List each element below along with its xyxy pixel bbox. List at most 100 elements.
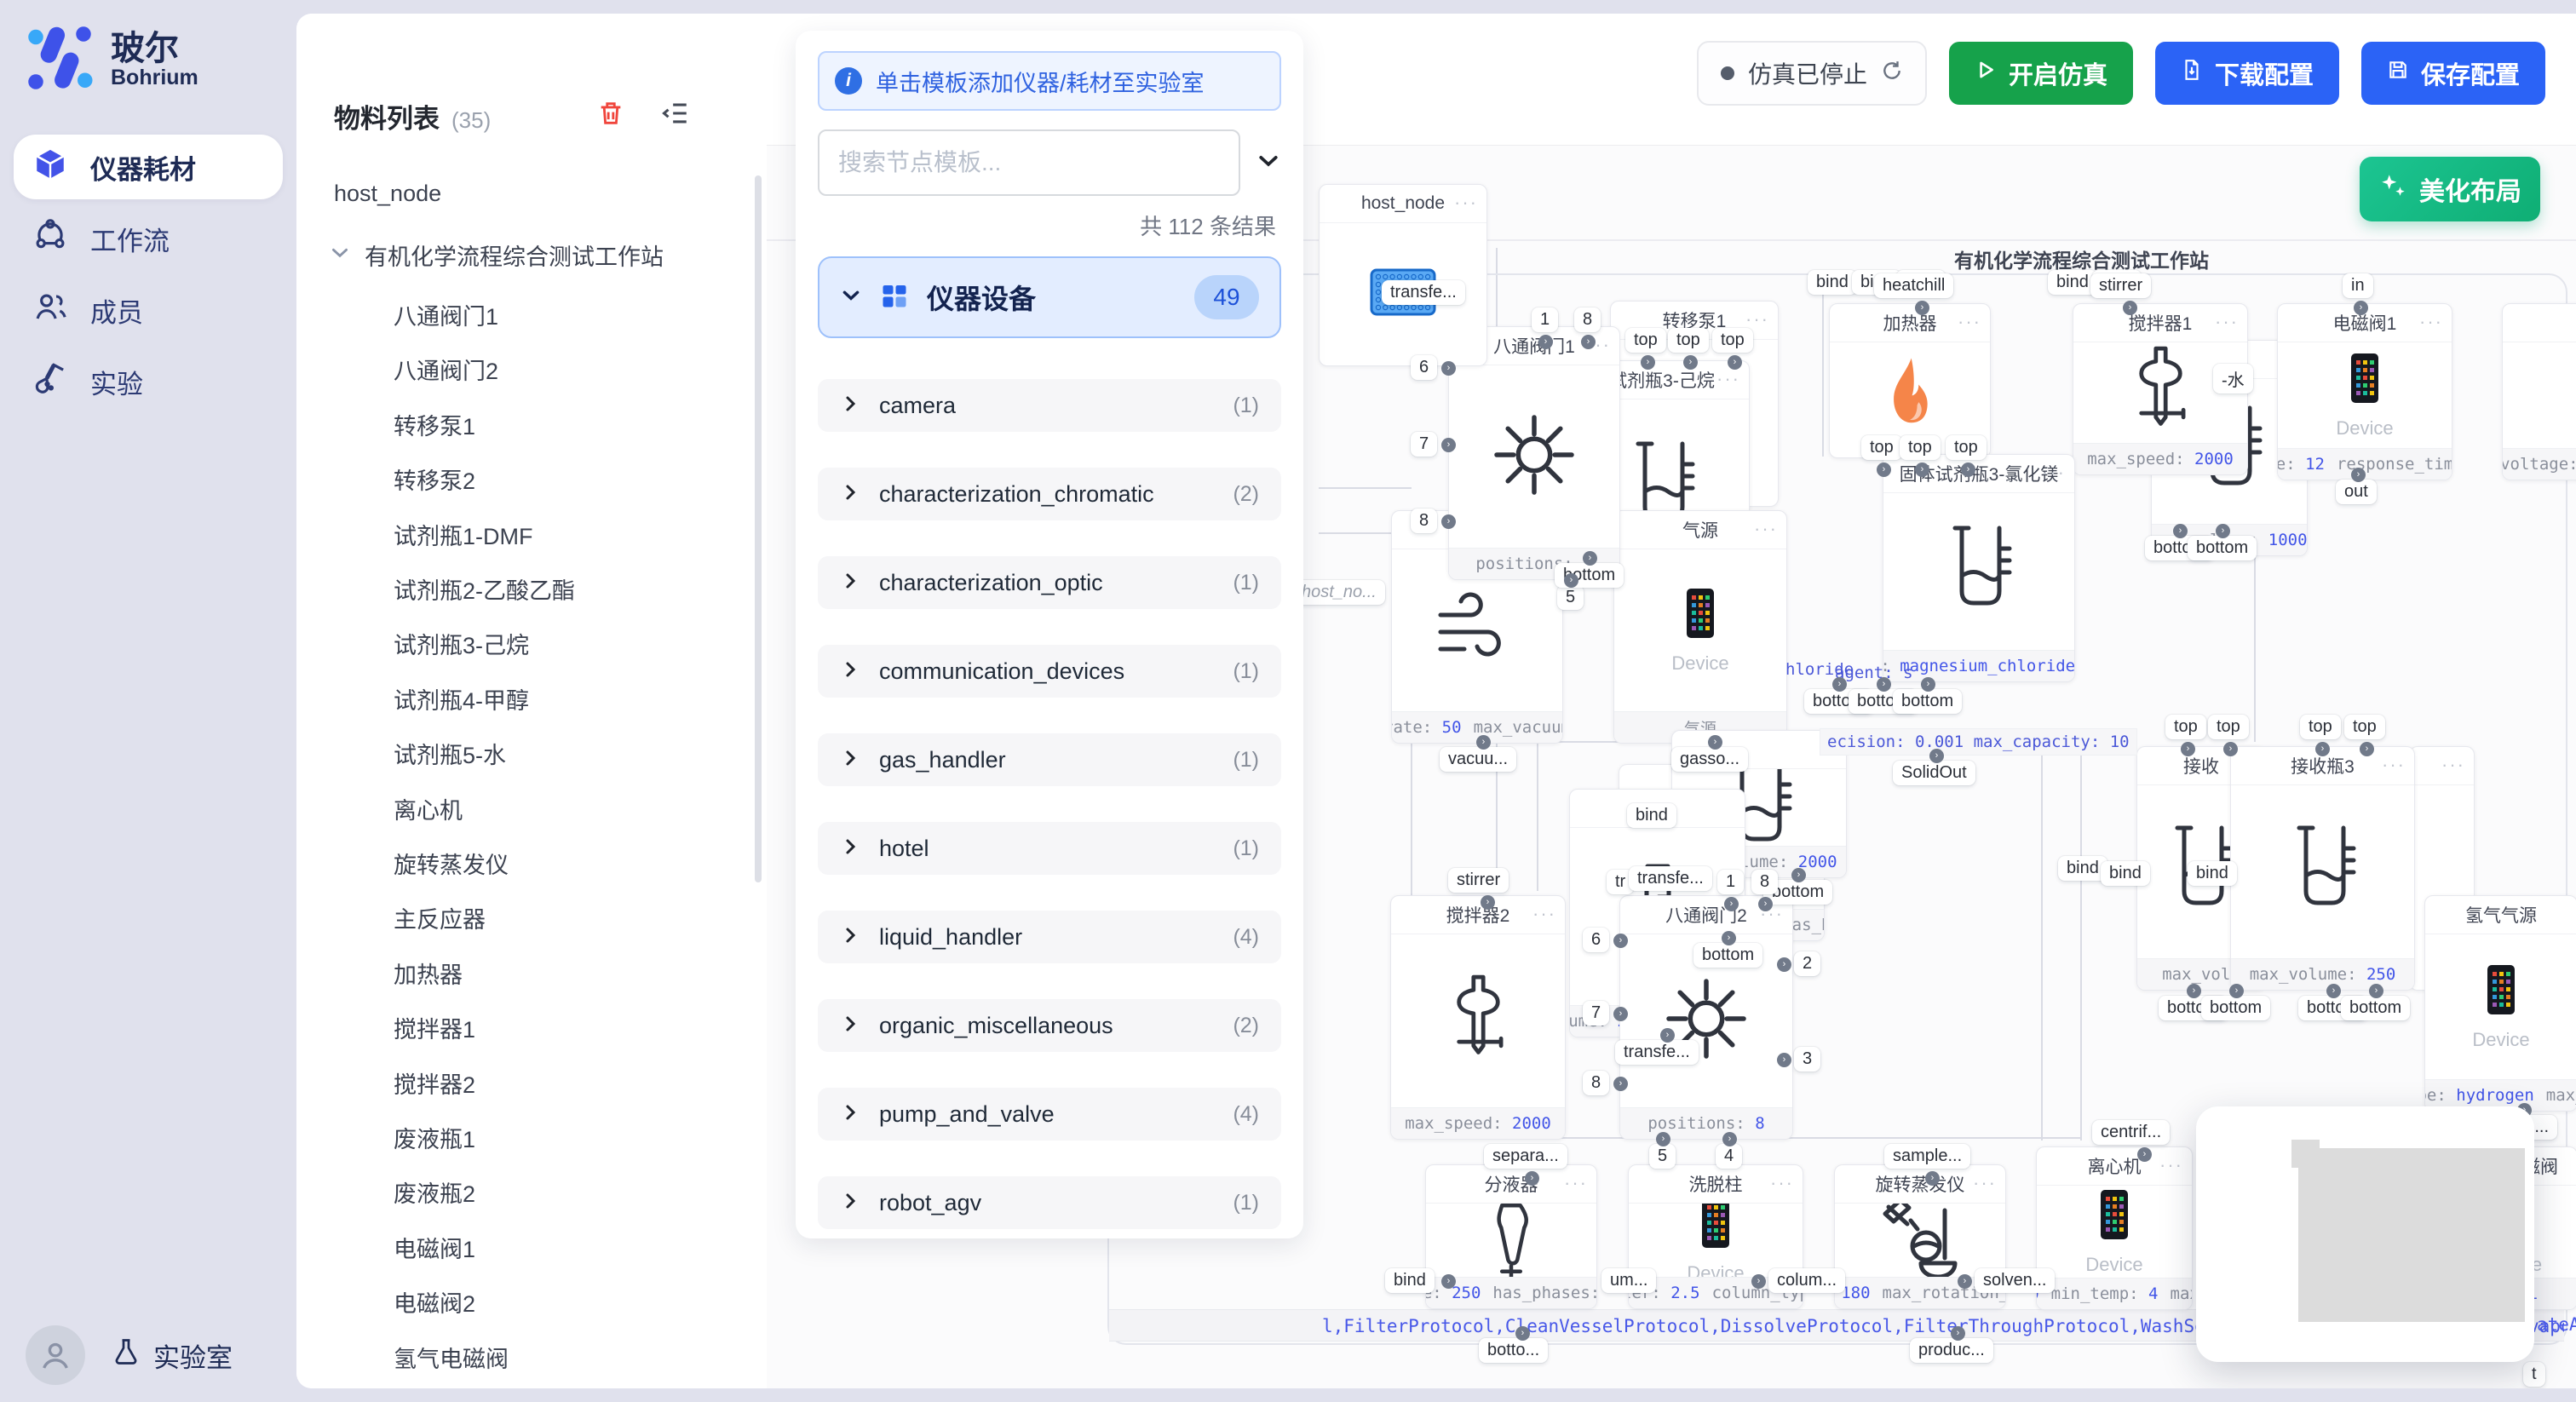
node-menu-icon[interactable]: ···: [2419, 311, 2443, 333]
sidebar-item-仪器耗材[interactable]: 仪器耗材: [14, 135, 283, 199]
port-dot-icon[interactable]: ›: [1728, 355, 1742, 370]
port-pill-bind[interactable]: bind: [1627, 803, 1676, 828]
port-dot-icon[interactable]: ›: [2354, 301, 2368, 315]
port-dot-icon[interactable]: ›: [1877, 677, 1891, 692]
port-pill-SolidOut[interactable]: SolidOut: [1893, 761, 1975, 785]
start-simulation-button[interactable]: 开启仿真: [1949, 42, 2133, 105]
canvas-node-离心机[interactable]: 离心机···Devicep: 40min_temp: 4max_spe: [2036, 1146, 2193, 1310]
save-config-button[interactable]: 保存配置: [2361, 42, 2545, 105]
node-menu-icon[interactable]: ···: [2042, 462, 2066, 484]
category-group-instruments[interactable]: 仪器设备 49: [818, 256, 1281, 338]
port-dot-icon[interactable]: ›: [1915, 301, 1929, 315]
node-menu-icon[interactable]: ···: [1454, 192, 1478, 214]
port-dot-icon[interactable]: ›: [2315, 742, 2330, 756]
category-row-pump_and_valve[interactable]: pump_and_valve(4): [818, 1088, 1281, 1141]
canvas-node-氢气气源[interactable]: 氢气气源Device_type: hydrogenmax_pre: [2424, 895, 2576, 1112]
port-pill-top[interactable]: top: [2300, 715, 2341, 739]
tree-item[interactable]: 电磁阀2: [394, 1285, 475, 1319]
port-dot-icon[interactable]: ›: [1708, 735, 1722, 750]
port-dot-icon[interactable]: ›: [2123, 301, 2137, 315]
port-pill-t[interactable]: t: [2523, 1362, 2545, 1387]
port-pill-水[interactable]: -水: [2213, 364, 2253, 394]
node-menu-icon[interactable]: ···: [2441, 754, 2465, 776]
port-dot-icon[interactable]: ›: [1641, 355, 1655, 370]
port-dot-icon[interactable]: ›: [1777, 957, 1791, 972]
port-pill-centrif[interactable]: centrif...: [2092, 1120, 2170, 1145]
port-dot-icon[interactable]: ›: [1656, 1132, 1670, 1146]
port-pill-colum[interactable]: colum...: [1768, 1268, 1845, 1293]
port-pill-gasso[interactable]: gasso...: [1671, 747, 1748, 772]
sidebar-item-成员[interactable]: 成员: [14, 278, 283, 342]
port-pill-7[interactable]: 7: [1411, 432, 1437, 457]
canvas-node-气源[interactable]: 气源···Device气源: [1613, 510, 1787, 744]
port-pill-bottom[interactable]: bottom: [2201, 996, 2270, 1020]
category-row-liquid_handler[interactable]: liquid_handler(4): [818, 911, 1281, 963]
category-row-characterization_chromatic[interactable]: characterization_chromatic(2): [818, 468, 1281, 520]
port-dot-icon[interactable]: ›: [1441, 438, 1456, 452]
port-dot-icon[interactable]: ›: [1683, 355, 1698, 370]
tree-item[interactable]: 试剂瓶5-水: [394, 737, 506, 770]
port-pill-8[interactable]: 8: [1583, 1071, 1609, 1095]
port-pill-8[interactable]: 8: [1411, 509, 1437, 533]
chevron-down-icon[interactable]: [1256, 147, 1281, 179]
tree-item[interactable]: 八通阀门1: [394, 298, 498, 331]
port-dot-icon[interactable]: ›: [1724, 897, 1739, 911]
port-dot-icon[interactable]: ›: [1722, 1132, 1737, 1146]
port-pill-bind[interactable]: bind: [2188, 861, 2237, 886]
port-dot-icon[interactable]: ›: [1877, 463, 1891, 477]
port-pill-out[interactable]: out: [2336, 480, 2377, 504]
node-menu-icon[interactable]: ···: [1532, 903, 1556, 925]
canvas-node-八通阀门2[interactable]: 八通阀门2···positions: 8: [1619, 895, 1793, 1140]
port-pill-7[interactable]: 7: [1583, 1001, 1609, 1026]
tree-item[interactable]: 有机化学流程综合测试工作站: [329, 238, 664, 272]
port-dot-icon[interactable]: ›: [2326, 984, 2341, 998]
category-row-characterization_optic[interactable]: characterization_optic(1): [818, 556, 1281, 609]
port-pill-bottom[interactable]: bottom: [1693, 943, 1762, 968]
port-dot-icon[interactable]: ›: [2173, 524, 2188, 538]
port-pill-top[interactable]: top: [1861, 435, 1902, 460]
node-menu-icon[interactable]: ···: [1958, 311, 1981, 333]
port-pill-top[interactable]: top: [2344, 715, 2385, 739]
node-menu-icon[interactable]: ···: [1745, 308, 1769, 330]
port-pill-heatchill[interactable]: heatchill: [1874, 273, 1953, 298]
canvas-node-电磁阀1[interactable]: 电磁阀1···Devicevoltage: 12response_time: 0…: [2277, 303, 2452, 480]
port-pill-2[interactable]: 2: [1794, 951, 1820, 976]
tree-item[interactable]: 搅拌器2: [394, 1066, 475, 1100]
port-pill-4[interactable]: 4: [1716, 1144, 1742, 1169]
chevron-down-icon[interactable]: [329, 241, 351, 269]
port-dot-icon[interactable]: ›: [2229, 984, 2244, 998]
node-menu-icon[interactable]: ···: [1770, 1172, 1794, 1194]
port-pill-top[interactable]: top: [1668, 328, 1709, 353]
port-pill-top[interactable]: top: [1900, 435, 1941, 460]
tree-item[interactable]: 试剂瓶2-乙酸乙酯: [394, 572, 575, 606]
port-dot-icon[interactable]: ›: [2187, 984, 2201, 998]
port-pill-solven[interactable]: solven...: [1975, 1268, 2055, 1293]
node-menu-icon[interactable]: ···: [2159, 1154, 2183, 1176]
port-dot-icon[interactable]: ›: [1441, 1274, 1456, 1289]
port-dot-icon[interactable]: ›: [2216, 524, 2230, 538]
port-dot-icon[interactable]: ›: [1476, 735, 1491, 750]
port-pill-3[interactable]: 3: [1794, 1047, 1820, 1072]
node-menu-icon[interactable]: ···: [1716, 368, 1740, 390]
port-pill-separa[interactable]: separa...: [1484, 1144, 1567, 1169]
port-pill-5[interactable]: 5: [1557, 585, 1584, 610]
port-dot-icon[interactable]: ›: [2351, 468, 2366, 482]
port-pill-stirrer[interactable]: stirrer: [2090, 273, 2151, 298]
port-pill-top[interactable]: top: [1625, 328, 1666, 353]
port-pill-8[interactable]: 8: [1574, 307, 1601, 332]
port-dot-icon[interactable]: ›: [1538, 335, 1553, 349]
tree-item[interactable]: 试剂瓶1-DMF: [394, 518, 533, 551]
port-dot-icon[interactable]: ›: [1613, 934, 1628, 948]
port-dot-icon[interactable]: ›: [1581, 335, 1596, 349]
port-dot-icon[interactable]: ›: [1441, 514, 1456, 529]
category-row-camera[interactable]: camera(1): [818, 379, 1281, 432]
port-dot-icon[interactable]: ›: [1515, 1326, 1530, 1341]
port-dot-icon[interactable]: ›: [1961, 463, 1975, 477]
tree-item[interactable]: 试剂瓶3-己烷: [394, 627, 529, 660]
category-row-hotel[interactable]: hotel(1): [818, 822, 1281, 875]
sidebar-item-lab[interactable]: 实验室: [111, 1336, 233, 1375]
port-pill-top[interactable]: top: [2208, 715, 2249, 739]
category-row-gas_handler[interactable]: gas_handler(1): [818, 733, 1281, 786]
port-pill-1[interactable]: 1: [1532, 307, 1558, 332]
port-dot-icon[interactable]: ›: [1583, 551, 1597, 566]
